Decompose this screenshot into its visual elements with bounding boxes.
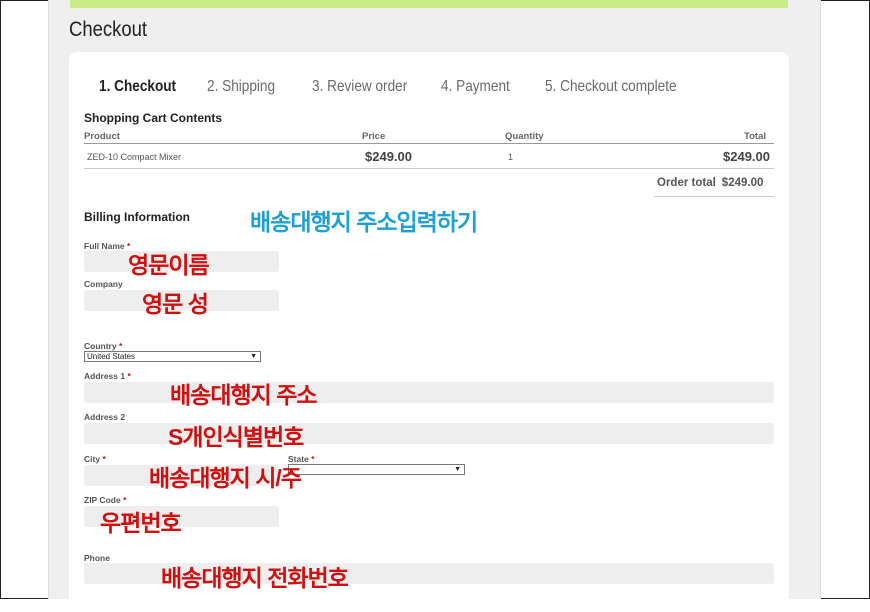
state-select[interactable]: ▼ <box>288 464 465 475</box>
table-row-divider <box>84 168 774 169</box>
annotation-address1: 배송대행지 주소 <box>170 382 318 408</box>
full-name-label: Full Name * <box>84 241 131 251</box>
address2-label: Address 2 <box>84 412 126 422</box>
chevron-down-icon: ▼ <box>250 353 257 360</box>
cart-item-total: $249.00 <box>723 149 770 164</box>
step-checkout[interactable]: 1. Checkout <box>99 78 176 96</box>
annotation-zip: 우편번호 <box>100 510 182 536</box>
billing-title: Billing Information <box>84 210 190 224</box>
annotation-full-name: 영문이름 <box>128 252 210 278</box>
step-shipping[interactable]: 2. Shipping <box>207 78 275 96</box>
annotation-address2: S개인식별번호 <box>168 424 304 450</box>
country-label: Country * <box>84 341 123 351</box>
step-review-order[interactable]: 3. Review order <box>312 78 407 96</box>
company-label: Company <box>84 279 123 289</box>
phone-label: Phone <box>84 553 110 563</box>
table-header-divider <box>84 143 774 144</box>
annotation-city-state: 배송대행지 시/주 <box>149 465 302 491</box>
step-payment[interactable]: 4. Payment <box>441 78 510 96</box>
chevron-down-icon: ▼ <box>454 466 461 473</box>
address1-label: Address 1 * <box>84 371 131 381</box>
annotation-company: 영문 성 <box>142 291 209 317</box>
step-checkout-complete[interactable]: 5. Checkout complete <box>545 78 677 96</box>
page-title: Checkout <box>69 18 148 41</box>
country-select[interactable]: United States ▼ <box>84 351 261 362</box>
annotation-phone: 배송대행지 전화번호 <box>161 565 349 591</box>
column-header-quantity: Quantity <box>505 131 544 142</box>
cart-title: Shopping Cart Contents <box>84 111 222 125</box>
annotation-header: 배송대행지 주소입력하기 <box>250 209 478 235</box>
order-total: Order total $249.00 <box>657 177 763 189</box>
order-total-value: $249.00 <box>721 177 764 189</box>
city-label: City * <box>84 454 106 464</box>
cart-item-quantity: 1 <box>508 152 514 162</box>
order-total-label: Order total <box>657 177 716 189</box>
cart-item-product[interactable]: ZED-10 Compact Mixer <box>87 152 181 162</box>
cart-item-price: $249.00 <box>365 149 412 164</box>
column-header-product: Product <box>84 131 120 142</box>
order-total-divider <box>654 196 774 197</box>
column-header-price: Price <box>362 131 386 142</box>
column-header-total: Total <box>744 131 766 142</box>
status-bar <box>70 0 788 8</box>
